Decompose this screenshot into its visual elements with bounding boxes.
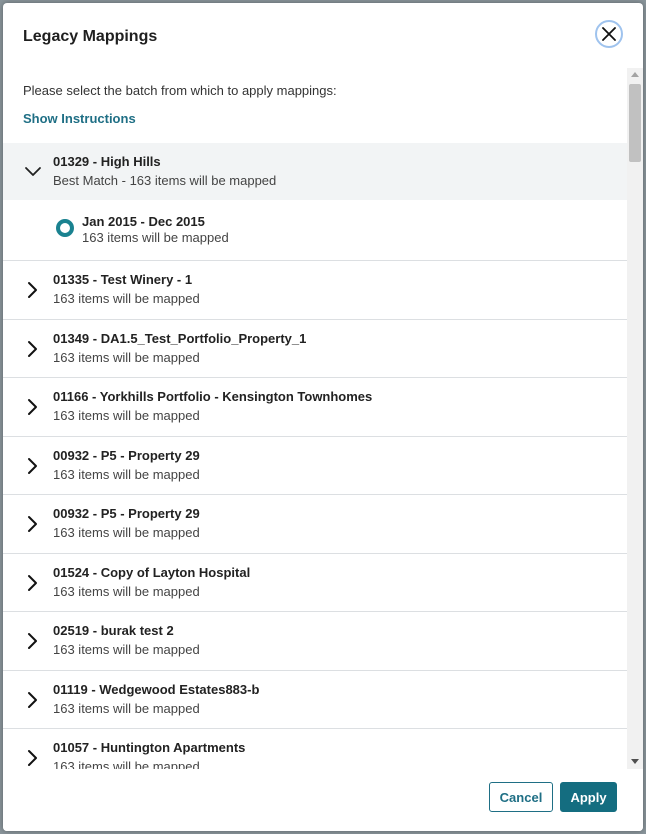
batch-title: 01335 - Test Winery - 1 — [53, 272, 193, 287]
batch-title: 01349 - DA1.5_Test_Portfolio_Property_1 — [53, 330, 307, 346]
chevron-right-icon — [28, 574, 37, 591]
batch-title: 02519 - burak test 2 — [53, 623, 174, 638]
instruction-text: Please select the batch from which to ap… — [23, 83, 337, 98]
chevron-right-icon — [28, 457, 37, 474]
batch-subtitle: 163 items will be mapped — [53, 408, 200, 423]
scrollbar-thumb[interactable] — [629, 84, 641, 162]
apply-button[interactable]: Apply — [560, 782, 617, 812]
batch-subtitle: 163 items will be mapped — [53, 291, 200, 306]
batch-period-option[interactable]: Jan 2015 - Dec 2015 163 items will be ma… — [3, 200, 627, 261]
batch-row[interactable]: 01119 - Wedgewood Estates883-b 163 items… — [3, 670, 627, 729]
batch-row[interactable]: 00932 - P5 - Property 29 163 items will … — [3, 495, 627, 554]
batch-row[interactable]: 01057 - Huntington Apartments 163 items … — [3, 729, 627, 769]
batch-row-expanded[interactable]: 01329 - High Hills Best Match - 163 item… — [3, 143, 627, 200]
period-radio-selected[interactable] — [56, 219, 74, 237]
batch-subtitle: 163 items will be mapped — [53, 583, 200, 599]
show-instructions-link[interactable]: Show Instructions — [23, 111, 136, 126]
batch-row[interactable]: 02519 - burak test 2 163 items will be m… — [3, 612, 627, 671]
chevron-right-icon — [28, 691, 37, 708]
dialog-footer: Cancel Apply — [3, 769, 643, 831]
batch-subtitle: 163 items will be mapped — [53, 525, 200, 540]
chevron-right-icon — [28, 750, 37, 766]
chevron-right-icon — [28, 633, 37, 649]
period-title: Jan 2015 - Dec 2015 — [82, 214, 205, 229]
batch-row[interactable]: 01335 - Test Winery - 1 163 items will b… — [3, 261, 627, 320]
close-button[interactable] — [595, 20, 623, 48]
chevron-right-icon — [28, 516, 37, 532]
batch-subtitle: 163 items will be mapped — [53, 349, 200, 365]
batch-title: 01524 - Copy of Layton Hospital — [53, 564, 251, 580]
chevron-down-icon — [25, 167, 41, 176]
cancel-button[interactable]: Cancel — [489, 782, 553, 812]
batch-row[interactable]: 01166 - Yorkhills Portfolio - Kensington… — [3, 378, 627, 437]
batch-subtitle: 163 items will be mapped — [53, 642, 200, 657]
batch-row[interactable]: 00932 - P5 - Property 29 163 items will … — [3, 436, 627, 495]
batch-title: 01166 - Yorkhills Portfolio - Kensington… — [53, 389, 373, 404]
batch-row[interactable]: 01524 - Copy of Layton Hospital 163 item… — [3, 553, 627, 612]
batch-subtitle: 163 items will be mapped — [53, 759, 200, 769]
batch-scroll-area[interactable]: Please select the batch from which to ap… — [3, 68, 643, 769]
batch-subtitle: 163 items will be mapped — [53, 466, 200, 482]
batch-title: 00932 - P5 - Property 29 — [53, 506, 200, 521]
batch-title: 01119 - Wedgewood Estates883-b — [53, 681, 260, 697]
chevron-right-icon — [28, 340, 37, 357]
vertical-scrollbar[interactable] — [627, 68, 643, 769]
batch-title: 01057 - Huntington Apartments — [53, 740, 246, 755]
batch-title: 00932 - P5 - Property 29 — [53, 447, 200, 463]
period-subtitle: 163 items will be mapped — [82, 230, 229, 245]
legacy-mappings-dialog: Legacy Mappings Please select the batch … — [3, 3, 643, 831]
dialog-title: Legacy Mappings — [23, 28, 158, 45]
batch-subtitle: 163 items will be mapped — [53, 700, 200, 716]
scroll-up-arrow-icon[interactable] — [631, 72, 639, 77]
close-icon — [602, 27, 616, 41]
batch-subtitle: Best Match - 163 items will be mapped — [53, 173, 277, 188]
chevron-right-icon — [28, 282, 37, 298]
scroll-down-arrow-icon[interactable] — [631, 759, 639, 764]
batch-row[interactable]: 01349 - DA1.5_Test_Portfolio_Property_1 … — [3, 319, 627, 378]
chevron-right-icon — [28, 399, 37, 415]
batch-list: 01329 - High Hills Best Match - 163 item… — [3, 143, 627, 769]
batch-title: 01329 - High Hills — [53, 154, 161, 169]
